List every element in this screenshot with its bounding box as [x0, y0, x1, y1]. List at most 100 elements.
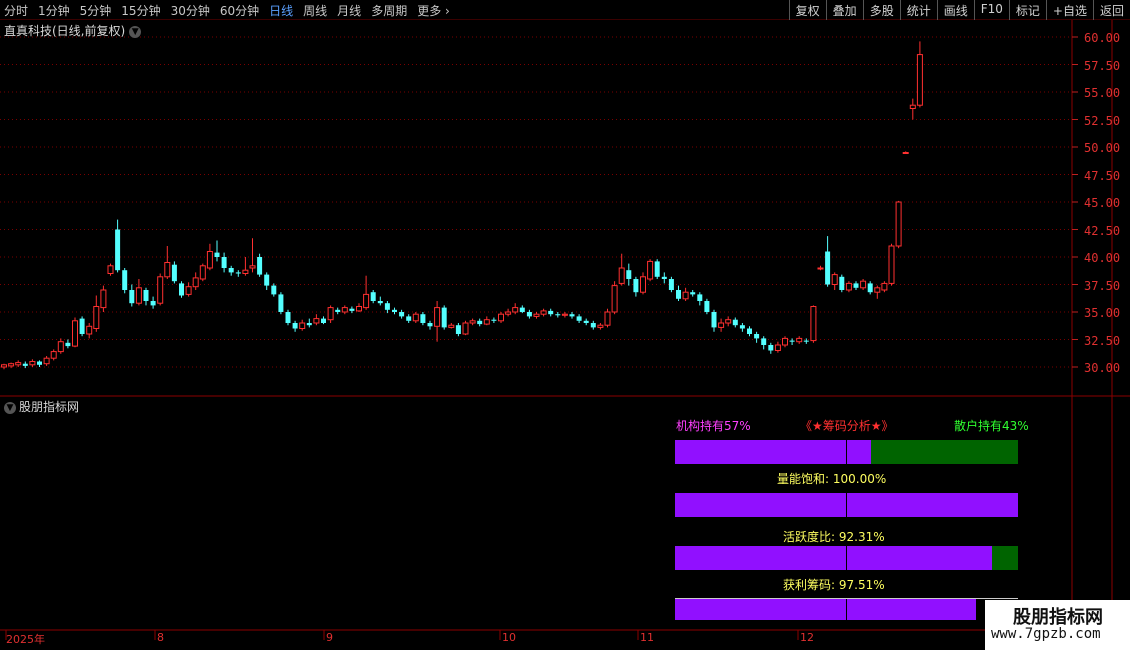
- tab-60min[interactable]: 60分钟: [220, 2, 259, 19]
- candle-body: [810, 306, 817, 342]
- candle-body: [135, 287, 142, 304]
- tab-15min[interactable]: 15分钟: [121, 2, 160, 19]
- candle-body: [697, 294, 703, 301]
- x-axis-label: 12: [800, 631, 814, 644]
- candle-body: [888, 245, 895, 284]
- period-toolbar: 分时 1分钟 5分钟 15分钟 30分钟 60分钟 日线 周线 月线 多周期 更…: [0, 0, 1130, 20]
- candle-body: [122, 270, 128, 290]
- candle-body: [22, 363, 28, 366]
- y-axis-label: 50.00: [1084, 141, 1121, 155]
- chip-analysis-title: 《★筹码分析★》: [800, 419, 894, 433]
- multi-stock-button[interactable]: 多股: [862, 0, 900, 20]
- candle-body: [796, 337, 803, 343]
- candle-body: [399, 312, 405, 317]
- candle-body: [150, 301, 156, 306]
- candle-body: [817, 267, 824, 270]
- tab-weekly[interactable]: 周线: [303, 2, 327, 19]
- candle-body: [86, 325, 93, 335]
- candle-body: [597, 324, 604, 328]
- candle-body: [647, 260, 654, 280]
- candle-body: [15, 362, 22, 366]
- candle-body: [199, 265, 206, 280]
- candle-body: [107, 265, 114, 275]
- candle-body: [895, 201, 902, 247]
- add-watchlist-button[interactable]: +自选: [1045, 0, 1093, 20]
- candle-body: [483, 319, 490, 325]
- retail-segment: [871, 440, 1018, 464]
- candle-body: [874, 287, 881, 293]
- candle-body: [285, 312, 291, 323]
- candle-body: [519, 307, 525, 312]
- institution-segment: [675, 440, 871, 464]
- tab-monthly[interactable]: 月线: [337, 2, 361, 19]
- tab-30min[interactable]: 30分钟: [171, 2, 210, 19]
- watermark-url: www.7gpzb.com: [991, 626, 1101, 642]
- y-axis-label: 30.00: [1084, 361, 1121, 375]
- candle-body: [349, 308, 355, 311]
- draw-line-button[interactable]: 画线: [936, 0, 974, 20]
- candle-body: [853, 283, 859, 288]
- candle-body: [100, 289, 107, 309]
- candle-body: [455, 325, 461, 334]
- y-axis-label: 57.50: [1084, 59, 1121, 73]
- chevron-down-icon[interactable]: ▼: [4, 401, 16, 414]
- candle-body: [768, 345, 774, 351]
- candle-body: [214, 252, 220, 257]
- candle-body: [50, 351, 57, 359]
- candle-body: [65, 342, 71, 347]
- candle-body: [441, 307, 447, 328]
- candle-body: [618, 267, 625, 284]
- f10-button[interactable]: F10: [973, 0, 1009, 20]
- bar-midline: [846, 440, 847, 464]
- candle-body: [363, 293, 370, 309]
- candle-body: [306, 323, 312, 326]
- overlay-button[interactable]: 叠加: [825, 0, 863, 20]
- y-axis-label: 45.00: [1084, 196, 1121, 210]
- candle-body: [406, 316, 412, 321]
- candle-body: [548, 310, 554, 315]
- y-axis-label: 42.50: [1084, 224, 1121, 238]
- y-axis-label: 32.50: [1084, 334, 1121, 348]
- candle-body: [185, 286, 192, 295]
- tab-multi-period[interactable]: 多周期: [371, 2, 407, 19]
- candle-body: [498, 313, 504, 322]
- statistics-button[interactable]: 统计: [899, 0, 937, 20]
- volume-saturation-bar: [675, 493, 1018, 517]
- tab-daily[interactable]: 日线: [269, 2, 293, 19]
- candle-body: [682, 291, 689, 300]
- activity-fill: [675, 546, 992, 570]
- candle-body: [370, 292, 376, 301]
- candle-body: [356, 306, 362, 312]
- candle-body: [611, 285, 618, 313]
- stock-title[interactable]: 直真科技(日线,前复权) ▼: [4, 22, 142, 39]
- candle-body: [633, 279, 639, 293]
- candle-body: [590, 323, 596, 328]
- mark-button[interactable]: 标记: [1008, 0, 1046, 20]
- tab-5min[interactable]: 5分钟: [80, 2, 112, 19]
- candle-body: [916, 54, 923, 106]
- tab-intraday[interactable]: 分时: [4, 2, 28, 19]
- restore-rights-button[interactable]: 复权: [788, 0, 826, 20]
- candle-body: [384, 303, 390, 310]
- candle-body: [704, 301, 710, 312]
- indicator-title[interactable]: ▼ 股朋指标网: [4, 398, 79, 415]
- candle-body: [93, 306, 100, 329]
- candle-body: [228, 268, 234, 273]
- candle-body: [561, 313, 568, 316]
- candle-body: [690, 292, 696, 295]
- candle-body: [79, 318, 85, 334]
- chevron-down-icon[interactable]: ▼: [129, 25, 142, 38]
- candle-body: [761, 338, 767, 345]
- candle-body: [477, 320, 483, 325]
- candle-body: [654, 261, 660, 277]
- candle-body: [505, 311, 512, 315]
- candle-body: [427, 323, 433, 327]
- candle-body: [754, 334, 760, 339]
- candle-body: [37, 361, 42, 365]
- tab-1min[interactable]: 1分钟: [38, 2, 70, 19]
- candle-body: [257, 257, 263, 275]
- back-button[interactable]: 返回: [1092, 0, 1130, 20]
- candle-body: [72, 320, 78, 347]
- candle-body: [739, 325, 745, 329]
- tab-more[interactable]: 更多 ›: [417, 2, 450, 19]
